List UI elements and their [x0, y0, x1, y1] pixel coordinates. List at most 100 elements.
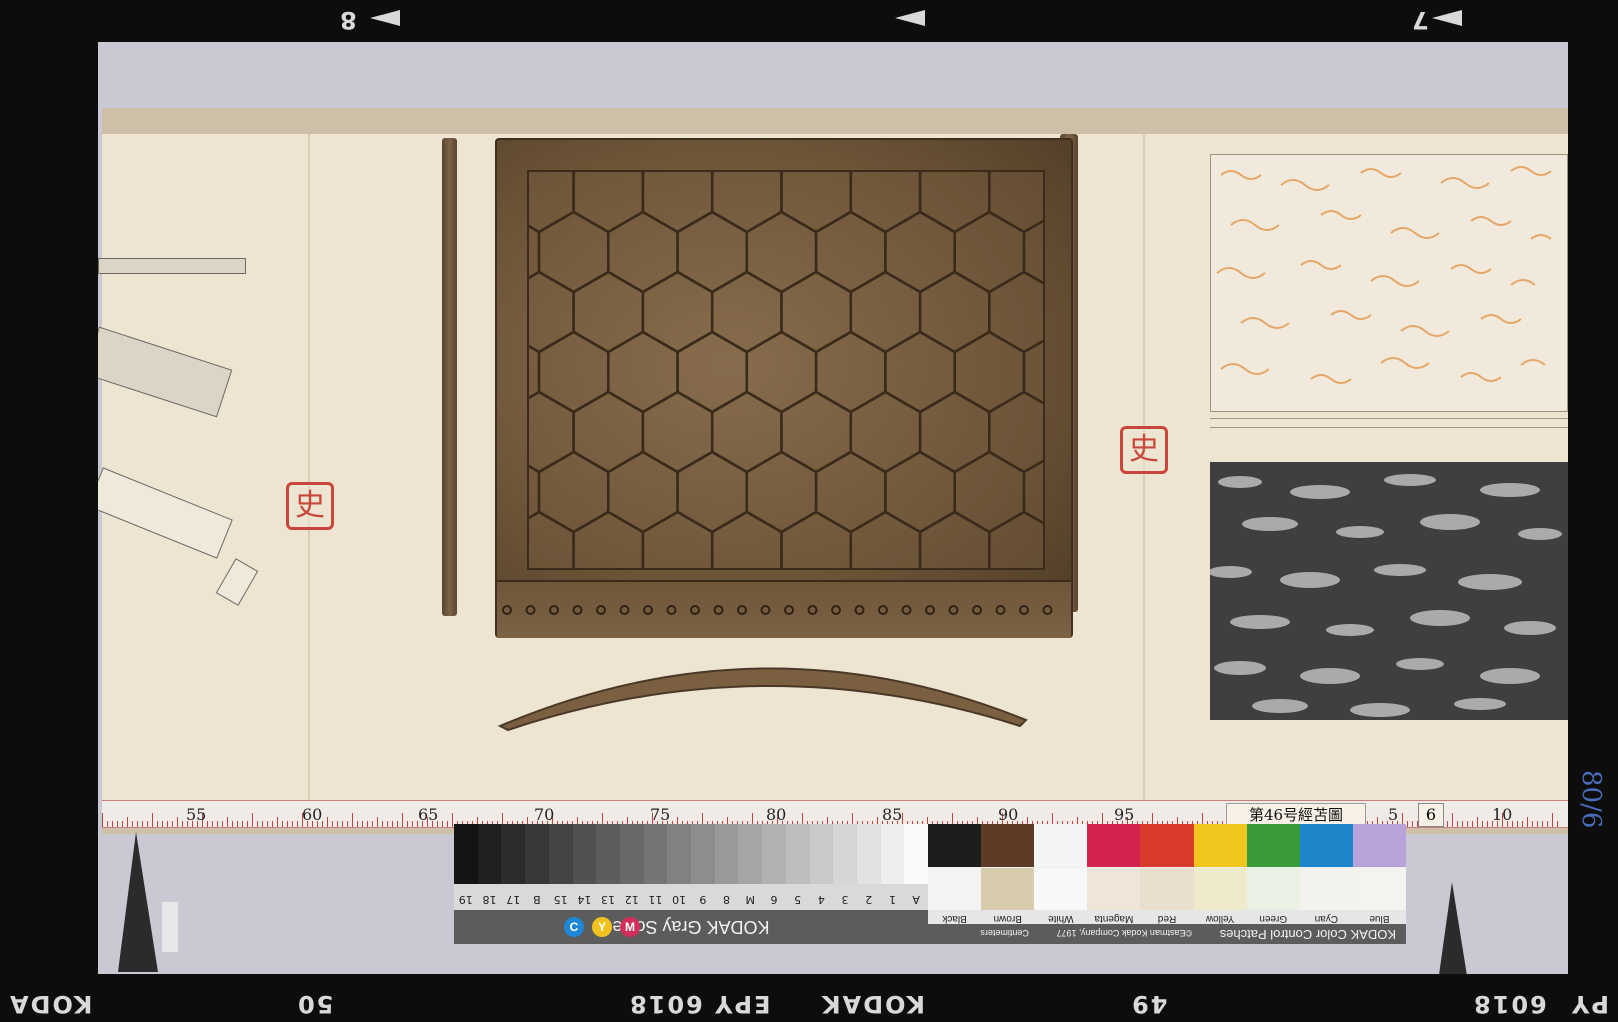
- gray-step-label: 18: [482, 893, 497, 906]
- gray-patch: [667, 824, 692, 884]
- ruler-number: 75: [650, 805, 671, 824]
- ruler-tick: [342, 821, 343, 827]
- ruler-tick: [222, 821, 223, 827]
- ruler-tick: [1467, 821, 1468, 827]
- gray-patch: [619, 824, 644, 884]
- color-patch-column: [928, 824, 982, 910]
- ruler-tick: [182, 821, 183, 827]
- ruler-tick: [1447, 821, 1448, 827]
- film-number-top-right: 7: [1412, 6, 1429, 34]
- ruler-tick: [412, 821, 413, 827]
- gray-step-label: 14: [577, 893, 592, 906]
- stud-dot: [737, 605, 747, 615]
- ruler-tick: [212, 821, 213, 827]
- ruler-tick: [357, 821, 358, 827]
- ruler-tick: [407, 821, 408, 827]
- ruler-tick: [252, 813, 253, 827]
- stud-dot: [690, 605, 700, 615]
- stud-dot: [502, 605, 512, 615]
- ruler-tick: [157, 821, 158, 827]
- color-name: Blue: [1369, 913, 1390, 924]
- ruler-tick: [292, 821, 293, 827]
- stud-dot: [572, 605, 583, 615]
- cloud-pattern-panel: [1210, 154, 1568, 412]
- color-card-centimeters: Centimeters: [980, 928, 1029, 938]
- ruler-number: 95: [1114, 805, 1135, 824]
- stud-dot: [854, 605, 865, 615]
- ruler-tick: [272, 821, 273, 827]
- color-name: Red: [1157, 913, 1177, 924]
- hexagon-grid: [527, 170, 1045, 570]
- gray-patch: [904, 824, 929, 884]
- gray-patch: [833, 824, 857, 884]
- color-name: Yellow: [1205, 913, 1235, 924]
- color-patch-column: [1193, 824, 1247, 910]
- stud-dot: [831, 605, 841, 615]
- color-patch-light: [1087, 867, 1141, 910]
- ruler-tick: [117, 821, 118, 827]
- ruler-tick: [397, 821, 398, 827]
- ruler-tick: [337, 821, 338, 827]
- ruler-tick: [147, 821, 148, 827]
- gray-patch: [785, 824, 810, 884]
- film-arrow-icon: [895, 10, 925, 26]
- ruler-tick: [277, 817, 278, 827]
- hexagon-wood-panel: [495, 138, 1073, 638]
- ruler-tick: [297, 821, 298, 827]
- ruler-tick: [267, 821, 268, 827]
- color-patch-column: [981, 824, 1035, 910]
- gray-step-label: 8: [723, 893, 731, 906]
- gray-patch: [501, 824, 526, 884]
- ruler-tick: [1537, 821, 1538, 827]
- film-partial-bottom-right: PY: [1570, 990, 1609, 1018]
- ruler-tick: [107, 821, 108, 827]
- ruler-number: 65: [418, 805, 439, 824]
- ruler-tick: [1407, 821, 1408, 827]
- ruler-tick: [347, 821, 348, 827]
- gray-patch: [880, 824, 905, 884]
- ruler-tick: [362, 821, 363, 827]
- gray-scale-title: KODAK Gray Scale: [454, 910, 928, 944]
- color-name: Magenta: [1094, 913, 1134, 924]
- stud-dot: [901, 605, 912, 615]
- ruler-tick: [447, 821, 448, 827]
- gray-patch: [548, 824, 573, 884]
- film-code-bottom-right: 6018: [1472, 990, 1547, 1018]
- gray-step-label: M: [745, 893, 755, 906]
- color-card-title-text: KODAK Color Control Patches: [1219, 927, 1396, 942]
- gray-patch: [691, 824, 715, 884]
- ruler-number: 55: [186, 805, 207, 824]
- ruler-tick: [352, 813, 353, 827]
- ruler-tick: [207, 821, 208, 827]
- gray-patch: [525, 824, 549, 884]
- gray-patch: [596, 824, 620, 884]
- color-patch-column: [1140, 824, 1194, 910]
- panel-seam: [308, 134, 310, 800]
- ruler-number: 60: [302, 805, 323, 824]
- color-card-title: KODAK Color Control Patches ©Eastman Kod…: [928, 924, 1406, 944]
- stud-dot: [713, 605, 724, 615]
- gray-step-label: 2: [865, 893, 873, 906]
- ruler-tick: [327, 817, 328, 827]
- ruler-tick: [367, 821, 368, 827]
- stud-dot: [760, 605, 771, 615]
- gray-step-label: 5: [794, 893, 802, 906]
- ruled-lines: [1210, 418, 1568, 428]
- kodak-color-control-card: Blue Cyan Green Yellow Red Magenta White Brown B…: [928, 824, 1406, 944]
- gray-step-label: 3: [841, 893, 849, 906]
- stud-dot: [1019, 605, 1029, 615]
- ruler-tick: [1517, 821, 1518, 827]
- gray-step-label: 11: [648, 893, 663, 906]
- stud-dot: [525, 605, 536, 615]
- ruler-tick: [237, 821, 238, 827]
- color-patch: [1034, 824, 1088, 867]
- pointer-left-icon: [118, 832, 178, 972]
- color-name: Green: [1259, 913, 1288, 924]
- color-patch-column: [1246, 824, 1300, 910]
- color-patch: [1193, 824, 1247, 867]
- ruler-tick: [1412, 821, 1413, 827]
- color-patch-light: [928, 867, 982, 910]
- stud-dot: [666, 605, 677, 615]
- stud-dot: [1042, 605, 1053, 615]
- ruler-tick: [262, 821, 263, 827]
